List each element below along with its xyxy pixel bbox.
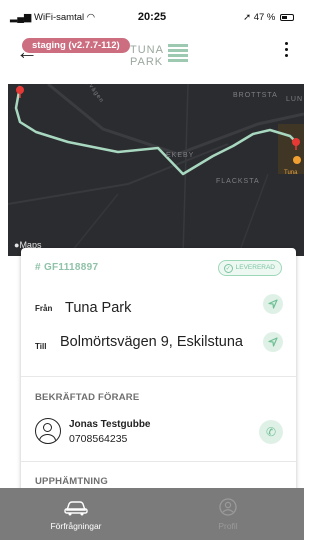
driver-section-title: BEKRÄFTAD FÖRARE bbox=[35, 392, 140, 403]
tab-profile[interactable]: Profil bbox=[152, 488, 304, 540]
driver-name: Jonas Testgubbe bbox=[69, 419, 151, 430]
check-circle-icon: ✓ bbox=[223, 264, 233, 273]
avatar-icon bbox=[35, 418, 61, 444]
tab-label: Profil bbox=[218, 521, 238, 531]
from-row: Från Tuna Park bbox=[35, 292, 283, 316]
tab-label: Förfrågningar bbox=[50, 521, 102, 531]
route-map[interactable]: Vallbyvägen BROTTSTA LUN EKEBY FLACKSTA … bbox=[8, 84, 304, 256]
status-badge: ✓ LEVERERAD bbox=[217, 260, 282, 276]
status-label: LEVERERAD bbox=[235, 264, 275, 271]
navigation-arrow-icon bbox=[268, 299, 278, 309]
battery-percent: 47 % bbox=[253, 12, 276, 23]
divider bbox=[21, 376, 296, 377]
car-icon bbox=[64, 501, 88, 516]
app-header: ← staging (v2.7.7-112) TUNA PARK bbox=[0, 34, 304, 84]
navigation-arrow-icon bbox=[268, 337, 278, 347]
logo-mark-icon bbox=[168, 44, 188, 68]
tab-bar: Förfrågningar Profil bbox=[0, 488, 304, 540]
to-address: Bolmörtsvägen 9, Eskilstuna bbox=[60, 334, 243, 350]
from-label: Från bbox=[35, 304, 53, 313]
route-line bbox=[14, 85, 297, 176]
divider bbox=[21, 461, 296, 462]
tuna-park-logo: TUNA PARK bbox=[130, 44, 192, 70]
map-label-ekeby: EKEBY bbox=[166, 152, 195, 159]
navigate-to-button[interactable] bbox=[263, 332, 283, 352]
map-canvas bbox=[8, 84, 304, 256]
kebab-menu-button[interactable] bbox=[284, 42, 290, 60]
logo-line-1: TUNA bbox=[130, 44, 164, 56]
navigate-from-button[interactable] bbox=[263, 294, 283, 314]
from-address: Tuna Park bbox=[65, 300, 132, 316]
driver-row: Jonas Testgubbe 0708564235 ✆ bbox=[35, 416, 283, 446]
status-bar: ▂▄▆ WiFi-samtal ◠ 20:25 ➚ 47 % bbox=[0, 0, 304, 34]
to-label: Till bbox=[35, 342, 47, 351]
map-label-brottsta: BROTTSTA bbox=[233, 92, 278, 99]
to-row: Till Bolmörtsvägen 9, Eskilstuna bbox=[35, 330, 283, 354]
order-details-card: # GF1118897 ✓ LEVERERAD Från Tuna Park Ti… bbox=[21, 248, 296, 492]
pickup-section-title: UPPHÄMTNING bbox=[35, 476, 108, 487]
map-label-tuna: Tuna bbox=[284, 170, 298, 176]
map-label-lun: LUN bbox=[286, 96, 304, 103]
phone-icon: ✆ bbox=[265, 425, 277, 439]
battery-status: ➚ 47 % bbox=[243, 12, 294, 23]
location-icon: ➚ bbox=[243, 12, 252, 23]
driver-phone: 0708564235 bbox=[69, 433, 128, 445]
map-label-flacksta: FLACKSTA bbox=[216, 178, 260, 185]
battery-icon bbox=[280, 14, 294, 21]
order-header: # GF1118897 ✓ LEVERERAD bbox=[21, 248, 296, 288]
logo-line-2: PARK bbox=[130, 56, 164, 68]
tab-requests[interactable]: Förfrågningar bbox=[0, 488, 152, 540]
order-id: # GF1118897 bbox=[35, 262, 99, 273]
call-driver-button[interactable]: ✆ bbox=[259, 420, 283, 444]
staging-badge: staging (v2.7.7-112) bbox=[22, 38, 130, 53]
profile-icon bbox=[219, 498, 237, 516]
